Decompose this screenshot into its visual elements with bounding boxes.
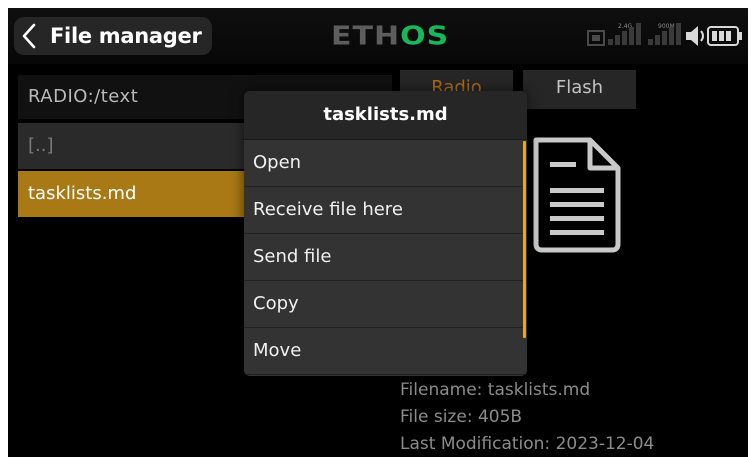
telemetry-icon (587, 30, 605, 46)
menu-scrollbar[interactable] (523, 141, 526, 338)
menu-item-move[interactable]: Move (244, 328, 527, 375)
tab-flash[interactable]: Flash (523, 70, 636, 109)
page-title: File manager (50, 24, 202, 48)
context-menu: tasklists.md Open Receive file here Send… (244, 91, 527, 376)
file-size-info: File size: 405B (400, 407, 523, 427)
radio-screen: File manager ETHOS 2.4G 900M RADIO:/text… (8, 8, 748, 457)
file-name-info: Filename: tasklists.md (400, 380, 591, 400)
menu-item-receive-file[interactable]: Receive file here (244, 187, 527, 234)
signal-900m-icon: 900M (648, 23, 681, 45)
menu-item-open[interactable]: Open (244, 140, 527, 187)
menu-item-send-file[interactable]: Send file (244, 234, 527, 281)
top-bar: File manager ETHOS 2.4G 900M (8, 8, 748, 64)
back-button[interactable]: File manager (14, 17, 212, 55)
file-modified-info: Last Modification: 2023-12-04 (400, 434, 655, 454)
battery-icon (707, 26, 742, 46)
ethos-logo: ETHOS (331, 21, 450, 51)
menu-title: tasklists.md (244, 91, 527, 140)
audio-speaker-icon (686, 26, 704, 46)
signal-2g4-icon: 2.4G (608, 23, 641, 45)
status-icons: 2.4G 900M (586, 21, 748, 51)
back-chevron-icon (14, 17, 44, 55)
document-icon (526, 134, 626, 256)
menu-item-copy[interactable]: Copy (244, 281, 527, 328)
